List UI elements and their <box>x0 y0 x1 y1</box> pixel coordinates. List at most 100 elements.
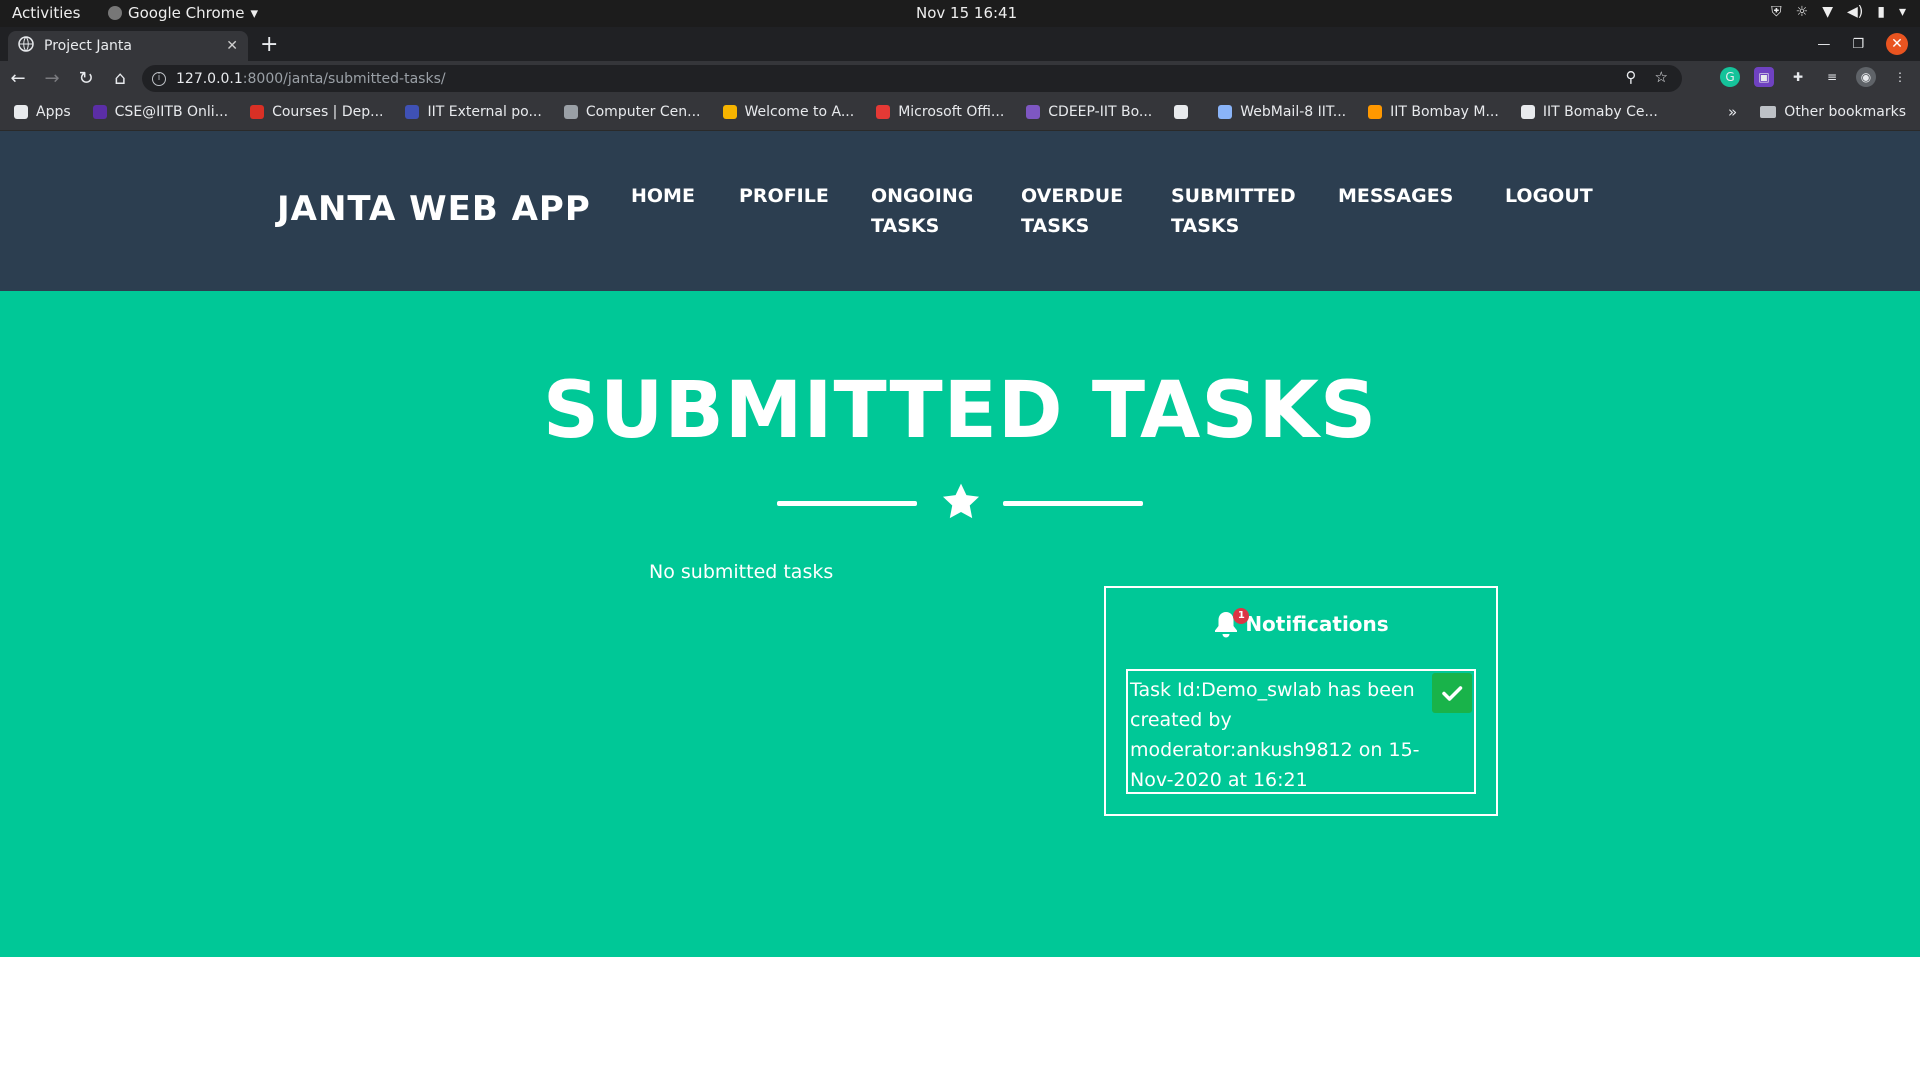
back-icon[interactable]: ← <box>2 68 34 89</box>
info-icon[interactable]: i <box>152 71 166 86</box>
nav-link-logout[interactable]: LOGOUT <box>1505 181 1600 241</box>
bookmark-label: CSE@IITB Onli... <box>114 104 229 120</box>
bookmark-label: CDEEP-IIT Bo... <box>1048 104 1153 120</box>
notification-text: Task Id:Demo_swlab has been created by m… <box>1130 679 1420 791</box>
bookmark-item[interactable]: IIT Bombay M... <box>1368 104 1499 120</box>
system-tray[interactable]: ⛨ ☼ ▼ ◀) ▮ ▾ <box>1771 4 1906 20</box>
forward-icon[interactable]: → <box>36 68 68 89</box>
bookmark-favicon-icon <box>1026 105 1041 119</box>
bookmark-favicon-icon <box>92 105 107 119</box>
chevron-down-icon: ▾ <box>250 4 259 22</box>
bookmark-item[interactable]: WebMail-8 IIT... <box>1218 104 1346 120</box>
window-controls: — ❐ ✕ <box>1817 33 1908 55</box>
nav-link-submitted-tasks[interactable]: SUBMITTED TASKS <box>1171 181 1296 241</box>
other-bookmarks-label: Other bookmarks <box>1784 104 1906 120</box>
minimize-icon[interactable]: — <box>1817 37 1830 52</box>
globe-icon <box>18 36 34 56</box>
clock[interactable]: Nov 15 16:41 <box>916 4 1017 22</box>
browser-tab[interactable]: Project Janta ✕ <box>8 31 248 61</box>
page-title: SUBMITTED TASKS <box>542 366 1378 456</box>
bookmark-favicon-icon <box>1218 105 1233 119</box>
tab-strip: Project Janta ✕ + — ❐ ✕ <box>0 27 1920 61</box>
star-divider <box>777 481 1143 527</box>
os-top-bar: Activities Google Chrome ▾ Nov 15 16:41 … <box>0 0 1920 27</box>
restore-icon[interactable]: ❐ <box>1852 37 1864 52</box>
bookmark-label: Microsoft Offi... <box>898 104 1005 120</box>
brightness-icon: ☼ <box>1795 4 1809 20</box>
app-menu-label: Google Chrome <box>128 4 245 22</box>
window-close-icon[interactable]: ✕ <box>1886 33 1908 55</box>
volume-icon: ◀) <box>1847 4 1864 20</box>
nav-link-ongoing-tasks[interactable]: ONGOING TASKS <box>871 181 979 241</box>
bookmark-item[interactable]: Computer Cen... <box>563 104 701 120</box>
bookmark-item[interactable]: CSE@IITB Onli... <box>92 104 229 120</box>
bookmark-favicon-icon <box>876 105 891 119</box>
notifications-panel: 1 Notifications Task Id:Demo_swlab has b… <box>1104 586 1498 816</box>
notifications-heading: Notifications <box>1245 612 1389 636</box>
extension-icon[interactable]: ▣ <box>1754 67 1774 87</box>
bookmark-item[interactable]: Courses | Dep... <box>250 104 383 120</box>
address-bar[interactable]: i 127.0.0.1:8000/janta/submitted-tasks/ … <box>142 65 1682 92</box>
zoom-icon[interactable]: ⚲ <box>1626 68 1637 86</box>
home-icon[interactable]: ⌂ <box>104 68 136 89</box>
bookmark-favicon-icon <box>1368 105 1383 119</box>
star-bookmark-icon[interactable]: ☆ <box>1655 68 1668 86</box>
grammarly-icon[interactable]: G <box>1720 67 1740 87</box>
empty-state-message: No submitted tasks <box>649 561 834 583</box>
bookmark-item[interactable]: IIT External po... <box>405 104 542 120</box>
notifications-header: 1 Notifications <box>1106 608 1496 638</box>
site-navbar: JANTA WEB APP HOME PROFILE ONGOING TASKS… <box>0 131 1920 291</box>
bookmark-label: WebMail-8 IIT... <box>1240 104 1347 120</box>
chrome-icon <box>108 6 122 20</box>
close-icon[interactable]: ✕ <box>226 38 238 54</box>
bookmarks-overflow-button[interactable]: » <box>1728 103 1737 121</box>
nav-link-profile[interactable]: PROFILE <box>739 181 829 241</box>
wifi-icon: ▼ <box>1822 4 1834 20</box>
bookmark-favicon-icon <box>563 105 578 119</box>
extensions-area: G ▣ ✚ ≡ ◉ ⋮ <box>1720 67 1910 87</box>
bookmark-favicon-icon <box>1174 105 1189 119</box>
new-tab-button[interactable]: + <box>260 33 278 57</box>
nav-link-messages[interactable]: MESSAGES <box>1338 181 1463 241</box>
bookmark-item[interactable] <box>1174 104 1196 120</box>
bookmark-favicon-icon <box>405 105 420 119</box>
puzzle-icon[interactable]: ✚ <box>1788 67 1808 87</box>
bookmark-label: Courses | Dep... <box>272 104 384 120</box>
battery-icon: ▮ <box>1877 4 1885 20</box>
nav-link-overdue-tasks[interactable]: OVERDUE TASKS <box>1021 181 1129 241</box>
other-bookmarks-button[interactable]: Other bookmarks <box>1760 104 1906 120</box>
browser-toolbar: ← → ↻ ⌂ i 127.0.0.1:8000/janta/submitted… <box>0 61 1920 96</box>
reading-list-icon[interactable]: ≡ <box>1822 67 1842 87</box>
divider-line <box>1003 501 1143 506</box>
avatar[interactable]: ◉ <box>1856 67 1876 87</box>
folder-icon <box>1760 106 1777 118</box>
bookmark-label: Welcome to A... <box>744 104 855 120</box>
bookmark-label: IIT Bombay M... <box>1390 104 1499 120</box>
bookmarks-list: Apps CSE@IITB Onli... Courses | Dep... IIT … <box>14 104 1658 120</box>
bookmark-item[interactable]: Microsoft Offi... <box>876 104 1004 120</box>
bookmark-item[interactable]: Apps <box>14 104 71 120</box>
kebab-menu-icon[interactable]: ⋮ <box>1890 67 1910 87</box>
bookmark-favicon-icon <box>1520 105 1535 119</box>
nav-link-home[interactable]: HOME <box>631 181 695 241</box>
web-page: JANTA WEB APP HOME PROFILE ONGOING TASKS… <box>0 131 1920 1080</box>
nav-links: HOME PROFILE ONGOING TASKS OVERDUE TASKS… <box>631 181 1600 241</box>
brand-logo-link[interactable]: JANTA WEB APP <box>277 189 591 229</box>
reload-icon[interactable]: ↻ <box>70 68 102 89</box>
star-icon <box>942 483 980 519</box>
notification-item: Task Id:Demo_swlab has been created by m… <box>1126 669 1476 794</box>
bell-icon: 1 <box>1213 608 1250 638</box>
app-menu[interactable]: Google Chrome ▾ <box>108 4 258 22</box>
bookmark-item[interactable]: CDEEP-IIT Bo... <box>1026 104 1152 120</box>
bookmarks-bar: Apps CSE@IITB Onli... Courses | Dep... IIT … <box>0 96 1920 131</box>
activities-button[interactable]: Activities <box>12 4 80 22</box>
tab-title: Project Janta <box>44 38 132 54</box>
url-host: 127.0.0.1 <box>176 70 243 87</box>
mark-read-button[interactable] <box>1432 673 1472 713</box>
bookmark-item[interactable]: Welcome to A... <box>722 104 855 120</box>
shield-icon: ⛨ <box>1771 4 1782 20</box>
bookmark-item[interactable]: IIT Bomaby Ce... <box>1520 104 1658 120</box>
divider-line <box>777 501 917 506</box>
check-icon <box>1442 686 1463 701</box>
bookmark-label: Computer Cen... <box>585 104 701 120</box>
